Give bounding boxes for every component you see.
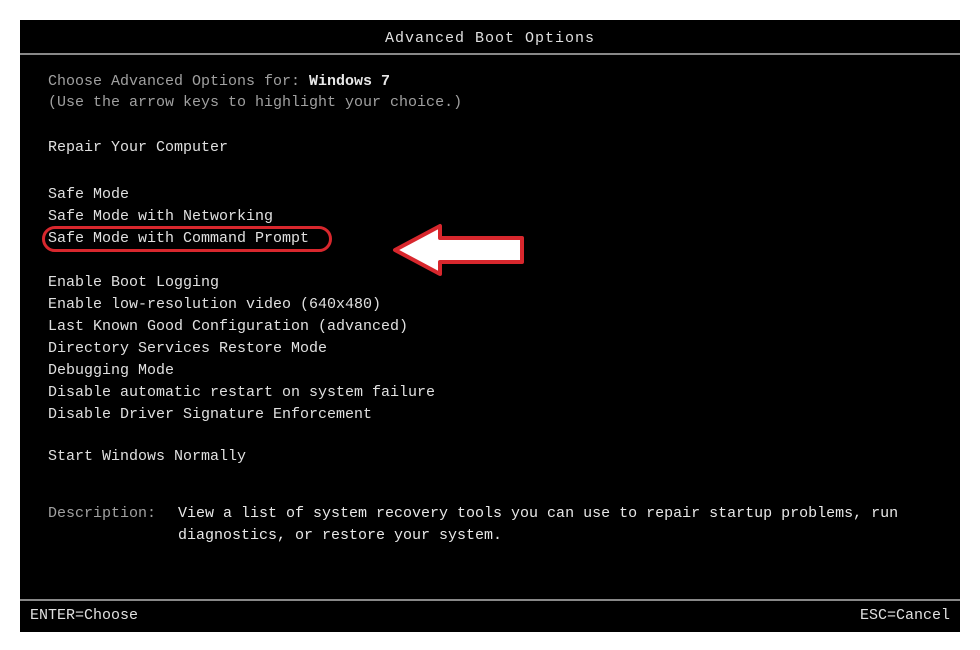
menu-enable-boot-logging[interactable]: Enable Boot Logging [48,272,932,294]
menu-safe-mode-command-prompt[interactable]: Safe Mode with Command Prompt [48,228,309,250]
menu-repair-computer[interactable]: Repair Your Computer [48,139,228,156]
boot-screen: Advanced Boot Options Choose Advanced Op… [20,20,960,632]
choose-prefix: Choose Advanced Options for: [48,73,309,90]
menu-start-windows-normally[interactable]: Start Windows Normally [48,448,246,465]
menu-disable-auto-restart[interactable]: Disable automatic restart on system fail… [48,382,932,404]
menu-debugging-mode[interactable]: Debugging Mode [48,360,932,382]
content-area: Choose Advanced Options for: Windows 7 (… [20,55,960,547]
arrow-keys-hint: (Use the arrow keys to highlight your ch… [48,94,932,111]
footer-bar: ENTER=Choose ESC=Cancel [20,599,960,632]
description-row: Description: View a list of system recov… [48,503,932,547]
menu-safe-mode[interactable]: Safe Mode [48,184,932,206]
menu-last-known-good[interactable]: Last Known Good Configuration (advanced) [48,316,932,338]
footer-esc-hint: ESC=Cancel [860,607,950,624]
os-name: Windows 7 [309,73,390,90]
menu-disable-driver-signature[interactable]: Disable Driver Signature Enforcement [48,404,932,426]
choose-advanced-line: Choose Advanced Options for: Windows 7 [48,73,932,90]
footer-enter-hint: ENTER=Choose [30,607,138,624]
highlighted-menu-item: Safe Mode with Command Prompt [48,228,309,250]
menu-directory-services-restore[interactable]: Directory Services Restore Mode [48,338,932,360]
menu-group-safe-mode: Safe Mode Safe Mode with Networking Safe… [48,184,932,250]
menu-low-res-video[interactable]: Enable low-resolution video (640x480) [48,294,932,316]
screen-title: Advanced Boot Options [20,20,960,55]
description-label: Description: [48,503,178,547]
menu-group-advanced: Enable Boot Logging Enable low-resolutio… [48,272,932,426]
description-text: View a list of system recovery tools you… [178,503,932,547]
menu-safe-mode-networking[interactable]: Safe Mode with Networking [48,206,932,228]
